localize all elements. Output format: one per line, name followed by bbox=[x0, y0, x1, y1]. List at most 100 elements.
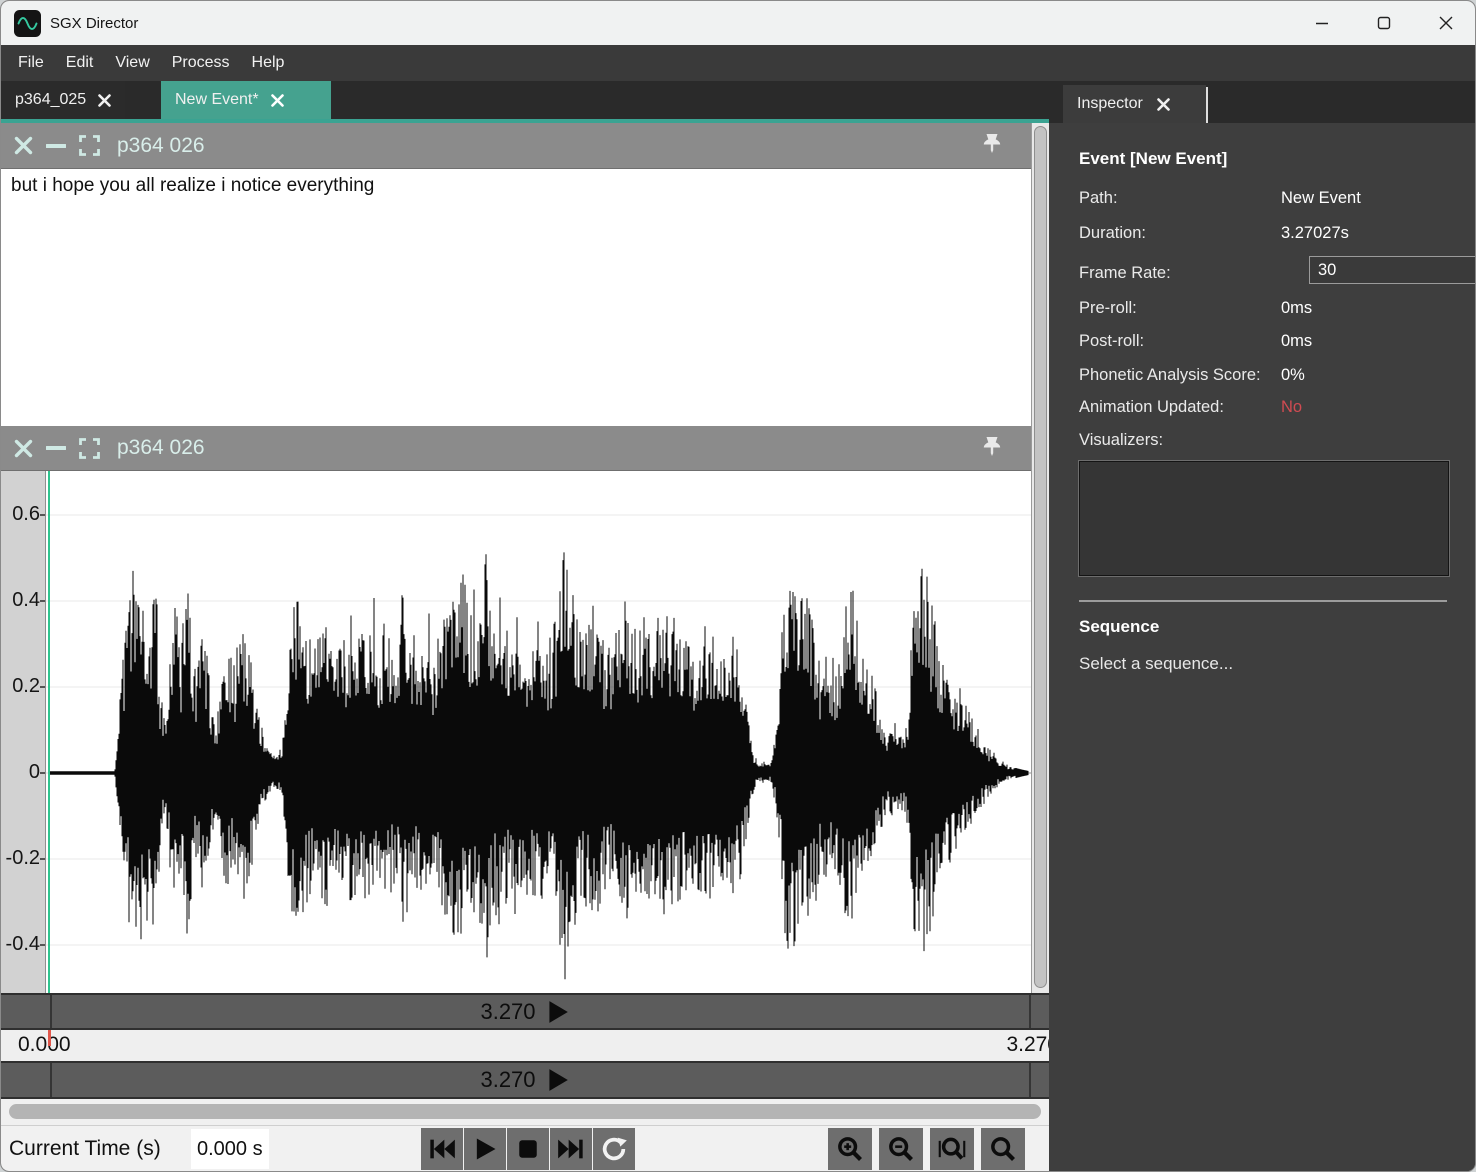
panel-title: p364 026 bbox=[117, 134, 205, 158]
path-label: Path: bbox=[1079, 189, 1281, 208]
zoom-fit-icon bbox=[938, 1135, 966, 1163]
play-icon[interactable] bbox=[544, 999, 570, 1025]
maximize-icon bbox=[1377, 16, 1391, 30]
y-axis-tick-label: 0.6 bbox=[0, 503, 40, 525]
vertical-scrollbar-thumb[interactable] bbox=[1034, 126, 1047, 988]
pre-roll-label: Pre-roll: bbox=[1079, 299, 1281, 318]
inspector-row-duration: Duration: 3.27027s bbox=[1079, 224, 1449, 243]
tab-close-icon[interactable] bbox=[98, 94, 111, 107]
zoom-fit-button[interactable] bbox=[930, 1128, 974, 1170]
post-roll-label: Post-roll: bbox=[1079, 332, 1281, 351]
post-roll-value: 0ms bbox=[1281, 332, 1312, 351]
play-button[interactable] bbox=[464, 1128, 506, 1170]
selection-slider-bottom[interactable]: 3.270 bbox=[1, 1061, 1049, 1099]
horizontal-scrollbar[interactable] bbox=[1, 1099, 1049, 1125]
menu-help[interactable]: Help bbox=[241, 48, 296, 78]
document-area: p364 026 but i hope you all realize i no… bbox=[1, 123, 1049, 1172]
menu-edit[interactable]: Edit bbox=[55, 48, 105, 78]
panel-minimize-button[interactable] bbox=[45, 135, 67, 157]
duration-value: 3.27027s bbox=[1281, 224, 1349, 243]
timeline-playhead-marker[interactable] bbox=[48, 1030, 51, 1046]
visualizers-label: Visualizers: bbox=[1079, 431, 1281, 450]
tab-close-icon[interactable] bbox=[271, 94, 284, 107]
waveform-svg bbox=[46, 471, 1031, 993]
pin-icon[interactable] bbox=[981, 133, 1003, 159]
inspector-row-frame-rate: Frame Rate: bbox=[1079, 264, 1449, 283]
panel-maximize-button[interactable] bbox=[78, 135, 100, 157]
app-window: SGX Director File Edit View Process Help… bbox=[0, 0, 1476, 1172]
panel-maximize-button[interactable] bbox=[78, 437, 100, 459]
panel-close-icon bbox=[14, 439, 33, 458]
inspector-row-visualizers: Visualizers: bbox=[1079, 431, 1449, 450]
inspector-row-phonetic: Phonetic Analysis Score: 0% bbox=[1079, 366, 1449, 385]
y-axis-tick-label: 0 bbox=[0, 761, 40, 783]
current-time-input[interactable]: 0.000 s bbox=[191, 1129, 269, 1169]
phonetic-score-label: Phonetic Analysis Score: bbox=[1079, 366, 1281, 385]
y-axis-tick bbox=[40, 600, 45, 602]
tab-close-icon[interactable] bbox=[1157, 98, 1170, 111]
tab-new-event[interactable]: New Event* bbox=[161, 81, 331, 119]
close-button[interactable] bbox=[1415, 1, 1476, 45]
inspector-divider bbox=[1079, 600, 1447, 602]
zoom-selection-button[interactable] bbox=[981, 1128, 1025, 1170]
app-logo-icon bbox=[14, 10, 41, 37]
timeline-start-label: 0.000 bbox=[18, 1033, 71, 1057]
window-controls bbox=[1291, 1, 1476, 45]
slider-value: 3.270 bbox=[480, 1067, 535, 1093]
play-icon[interactable] bbox=[544, 1067, 570, 1093]
y-axis-tick bbox=[40, 858, 45, 860]
transcript-panel-header: p364 026 bbox=[1, 123, 1031, 169]
panel-maximize-icon bbox=[79, 438, 100, 459]
panel-close-button[interactable] bbox=[12, 437, 34, 459]
waveform-panel-header: p364 026 bbox=[1, 426, 1031, 471]
path-value: New Event bbox=[1281, 189, 1361, 208]
visualizers-list-box[interactable] bbox=[1079, 461, 1449, 576]
skip-to-end-icon bbox=[557, 1135, 585, 1163]
skip-to-start-button[interactable] bbox=[421, 1128, 463, 1170]
menu-file[interactable]: File bbox=[7, 48, 55, 78]
panel-close-button[interactable] bbox=[12, 135, 34, 157]
loop-button[interactable] bbox=[593, 1128, 635, 1170]
panel-maximize-icon bbox=[79, 135, 100, 156]
menu-process[interactable]: Process bbox=[161, 48, 241, 78]
inspector-row-animation: Animation Updated: No bbox=[1079, 398, 1449, 417]
animation-updated-value: No bbox=[1281, 398, 1302, 417]
y-axis-tick-label: 0.4 bbox=[0, 589, 40, 611]
waveform-y-axis: 0.60.40.20-0.2-0.4 bbox=[1, 471, 46, 993]
maximize-button[interactable] bbox=[1353, 1, 1415, 45]
tab-label: Inspector bbox=[1077, 95, 1143, 113]
frame-rate-input[interactable] bbox=[1309, 256, 1476, 284]
sequence-placeholder: Select a sequence... bbox=[1079, 654, 1233, 674]
tab-p364-025[interactable]: p364_025 bbox=[1, 81, 125, 119]
panel-title: p364 026 bbox=[117, 436, 205, 460]
zoom-out-icon bbox=[887, 1135, 915, 1163]
timeline-ruler[interactable]: 0.000 3.270 bbox=[1, 1030, 1049, 1061]
panel-minimize-button[interactable] bbox=[45, 437, 67, 459]
zoom-out-button[interactable] bbox=[879, 1128, 923, 1170]
y-axis-tick bbox=[40, 514, 45, 516]
tab-inspector[interactable]: Inspector bbox=[1063, 85, 1206, 123]
stop-button[interactable] bbox=[507, 1128, 549, 1170]
menu-bar: File Edit View Process Help bbox=[1, 45, 1476, 81]
transcript-text-area[interactable]: but i hope you all realize i notice ever… bbox=[1, 169, 1031, 426]
minimize-button[interactable] bbox=[1291, 1, 1353, 45]
inspector-tab-separator bbox=[1206, 87, 1208, 123]
pre-roll-value: 0ms bbox=[1281, 299, 1312, 318]
zoom-selection-icon bbox=[989, 1135, 1017, 1163]
y-axis-tick-label: -0.4 bbox=[0, 933, 40, 955]
current-time-label: Current Time (s) bbox=[9, 1137, 161, 1161]
window-title: SGX Director bbox=[50, 15, 138, 32]
phonetic-score-value: 0% bbox=[1281, 366, 1305, 385]
pin-icon[interactable] bbox=[981, 436, 1003, 462]
animation-updated-label: Animation Updated: bbox=[1079, 398, 1281, 417]
waveform-view[interactable]: 0.60.40.20-0.2-0.4 bbox=[1, 471, 1031, 993]
panel-minimize-icon bbox=[46, 142, 66, 150]
zoom-in-button[interactable] bbox=[828, 1128, 872, 1170]
transcript-text: but i hope you all realize i notice ever… bbox=[11, 175, 374, 196]
y-axis-tick-label: 0.2 bbox=[0, 675, 40, 697]
skip-to-end-button[interactable] bbox=[550, 1128, 592, 1170]
menu-view[interactable]: View bbox=[104, 48, 160, 78]
horizontal-scrollbar-thumb[interactable] bbox=[9, 1104, 1041, 1119]
vertical-scrollbar[interactable] bbox=[1031, 123, 1049, 993]
selection-slider-top[interactable]: 3.270 bbox=[1, 993, 1049, 1030]
